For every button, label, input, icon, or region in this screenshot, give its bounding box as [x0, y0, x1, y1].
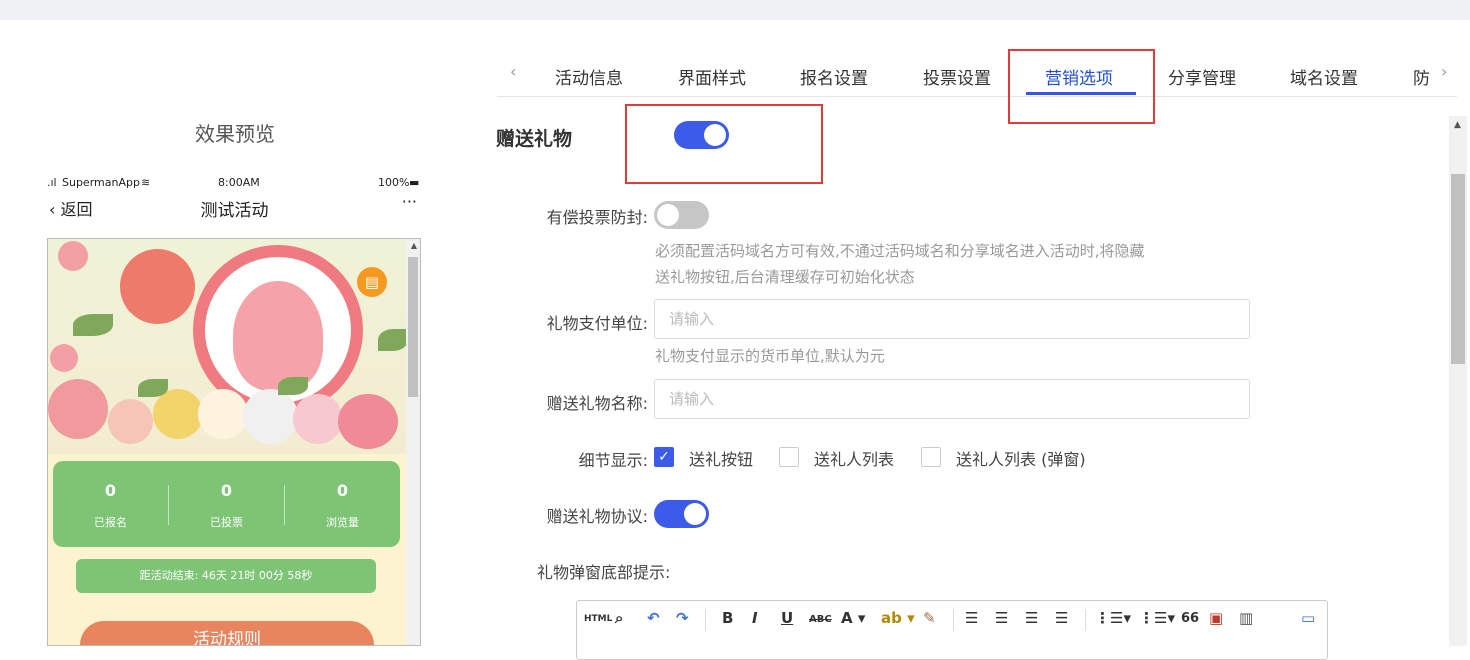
chevron-left-icon: ‹ [49, 200, 61, 219]
tab-signup-settings[interactable]: 报名设置 [800, 64, 868, 89]
stat-label: 已投票 [210, 516, 243, 529]
chevron-left-icon[interactable]: ‹ [510, 62, 516, 81]
highlight-color-icon[interactable]: ab ▾ [881, 609, 915, 627]
align-right-icon[interactable]: ☰ [995, 609, 1008, 627]
chevron-right-icon[interactable]: › [1441, 62, 1447, 81]
tab-share-management[interactable]: 分享管理 [1168, 64, 1236, 89]
detail-display-label: 细节显示: [578, 451, 648, 470]
rules-button[interactable]: 活动规则 [80, 621, 374, 645]
stat-signups: 0 已报名 [53, 461, 168, 547]
hint-line: 必须配置活码域名方可有效,不通过活码域名和分享域名进入活动时,将隐藏 [655, 242, 1145, 260]
stat-value: 0 [104, 481, 117, 500]
divider [705, 609, 706, 631]
html-icon[interactable]: HTML [584, 614, 612, 624]
banner-image [48, 239, 408, 454]
detail-option-label[interactable]: 送礼人列表 [814, 446, 894, 470]
stat-label: 已报名 [94, 516, 127, 529]
tab-bar: ‹ 活动信息 界面样式 报名设置 投票设置 营销选项 分享管理 域名设置 防 › [497, 52, 1457, 97]
detail-option-label[interactable]: 送礼人列表 (弹窗) [956, 446, 1086, 470]
align-justify-icon[interactable]: ☰ [1055, 609, 1068, 627]
stat-label: 浏览量 [326, 516, 359, 529]
font-color-label: A [841, 609, 853, 627]
divider [953, 609, 954, 631]
fullscreen-icon[interactable]: ▭ [1301, 609, 1315, 627]
blockquote-icon[interactable]: 66 [1181, 611, 1199, 626]
agreement-label: 赠送礼物协议: [546, 507, 648, 526]
font-color-icon[interactable]: A ▾ [841, 609, 865, 627]
more-icon[interactable]: ··· [402, 192, 417, 211]
wallet-icon[interactable]: ▤ [357, 267, 387, 297]
tab-ui-style[interactable]: 界面样式 [678, 64, 746, 89]
underline-icon[interactable]: U [781, 609, 793, 627]
italic-icon[interactable]: I [752, 609, 758, 627]
undo-icon[interactable]: ↶ [647, 609, 660, 627]
stat-votes: 0 已投票 [169, 461, 284, 547]
stat-value: 0 [336, 481, 349, 500]
paid-vote-toggle[interactable] [654, 201, 709, 229]
highlight-box-toggle [625, 104, 823, 184]
gift-name-input[interactable] [654, 379, 1250, 419]
page-scrollbar[interactable]: ▲ [1449, 116, 1467, 646]
agreement-toggle[interactable] [654, 500, 709, 528]
scroll-up-icon[interactable]: ▲ [411, 241, 417, 250]
stat-views: 0 浏览量 [285, 461, 400, 547]
currency-label: 礼物支付单位: [546, 314, 648, 333]
currency-input[interactable] [654, 299, 1250, 339]
back-button[interactable]: ‹ 返回 [49, 196, 93, 220]
top-bar [0, 0, 1470, 20]
status-carrier: SupermanApp [62, 176, 140, 189]
status-battery: 100% [378, 176, 410, 189]
tab-protection[interactable]: 防 [1413, 64, 1430, 89]
checkbox-giver-list[interactable] [779, 447, 799, 467]
gift-name-label: 赠送礼物名称: [546, 394, 648, 413]
back-label: 返回 [60, 200, 93, 219]
align-center-icon[interactable]: ☰ [1025, 609, 1038, 627]
checkbox-giver-list-popup[interactable] [921, 447, 941, 467]
page-scroll-thumb[interactable] [1451, 174, 1465, 364]
section-title-gift: 赠送礼物 [496, 128, 573, 150]
phone-screen: ▤ ▲ 0 已报名 0 已投票 0 浏览量 距活动结束: 46天 21时 00分… [47, 238, 421, 646]
image-icon[interactable]: ▣ [1209, 609, 1223, 627]
tab-activity-info[interactable]: 活动信息 [555, 64, 623, 89]
scroll-up-icon[interactable]: ▲ [1454, 120, 1461, 130]
rich-text-editor: HTML ⌕ ↶ ↷ B I U ABC A ▾ ab ▾ ✎ ☰ ☰ ☰ ☰ … [576, 600, 1328, 660]
signal-icon: .ıl [47, 176, 57, 189]
stat-value: 0 [220, 481, 233, 500]
phone-scrollbar[interactable]: ▲ [406, 239, 420, 645]
strikethrough-icon[interactable]: ABC [809, 614, 832, 625]
align-left-icon[interactable]: ☰ [965, 609, 978, 627]
detail-option-label[interactable]: 送礼按钮 [689, 446, 753, 470]
highlight-box-tab [1008, 49, 1155, 124]
phone-scroll-thumb[interactable] [408, 257, 418, 397]
battery-icon: ▬ [409, 176, 420, 189]
hint-line: 送礼物按钮,后台清理缓存可初始化状态 [655, 268, 915, 286]
unordered-list-icon[interactable]: ⋮☰▾ [1139, 609, 1175, 627]
checkbox-gift-button[interactable]: ✓ [654, 447, 674, 467]
preview-title: 效果预览 [195, 122, 275, 146]
popup-footer-label: 礼物弹窗底部提示: [537, 563, 671, 582]
tab-domain-settings[interactable]: 域名设置 [1290, 64, 1358, 89]
preview-icon[interactable]: ⌕ [615, 609, 623, 627]
tab-vote-settings[interactable]: 投票设置 [923, 64, 991, 89]
phone-page-title: 测试活动 [200, 201, 269, 221]
ordered-list-icon[interactable]: ⋮☰▾ [1095, 609, 1131, 627]
redo-icon[interactable]: ↷ [676, 609, 689, 627]
bold-icon[interactable]: B [722, 609, 733, 627]
phone-status-bar: .ıl SupermanApp ≋ 8:00AM 100% ▬ [47, 176, 422, 192]
wifi-icon: ≋ [141, 176, 151, 189]
clear-format-icon[interactable]: ✎ [923, 609, 936, 627]
divider [1085, 609, 1086, 631]
paid-vote-hint: 必须配置活码域名方可有效,不通过活码域名和分享域名进入活动时,将隐藏 送礼物按钮… [655, 238, 1145, 290]
stats-card: 0 已报名 0 已投票 0 浏览量 [53, 461, 400, 547]
phone-nav-bar: ‹ 返回 测试活动 ··· [47, 192, 422, 221]
video-icon[interactable]: ▥ [1239, 609, 1253, 627]
currency-hint: 礼物支付显示的货币单位,默认为元 [655, 347, 885, 365]
status-time: 8:00AM [218, 176, 260, 189]
countdown-banner: 距活动结束: 46天 21时 00分 58秒 [76, 559, 376, 593]
paid-vote-label: 有偿投票防封: [546, 208, 648, 227]
